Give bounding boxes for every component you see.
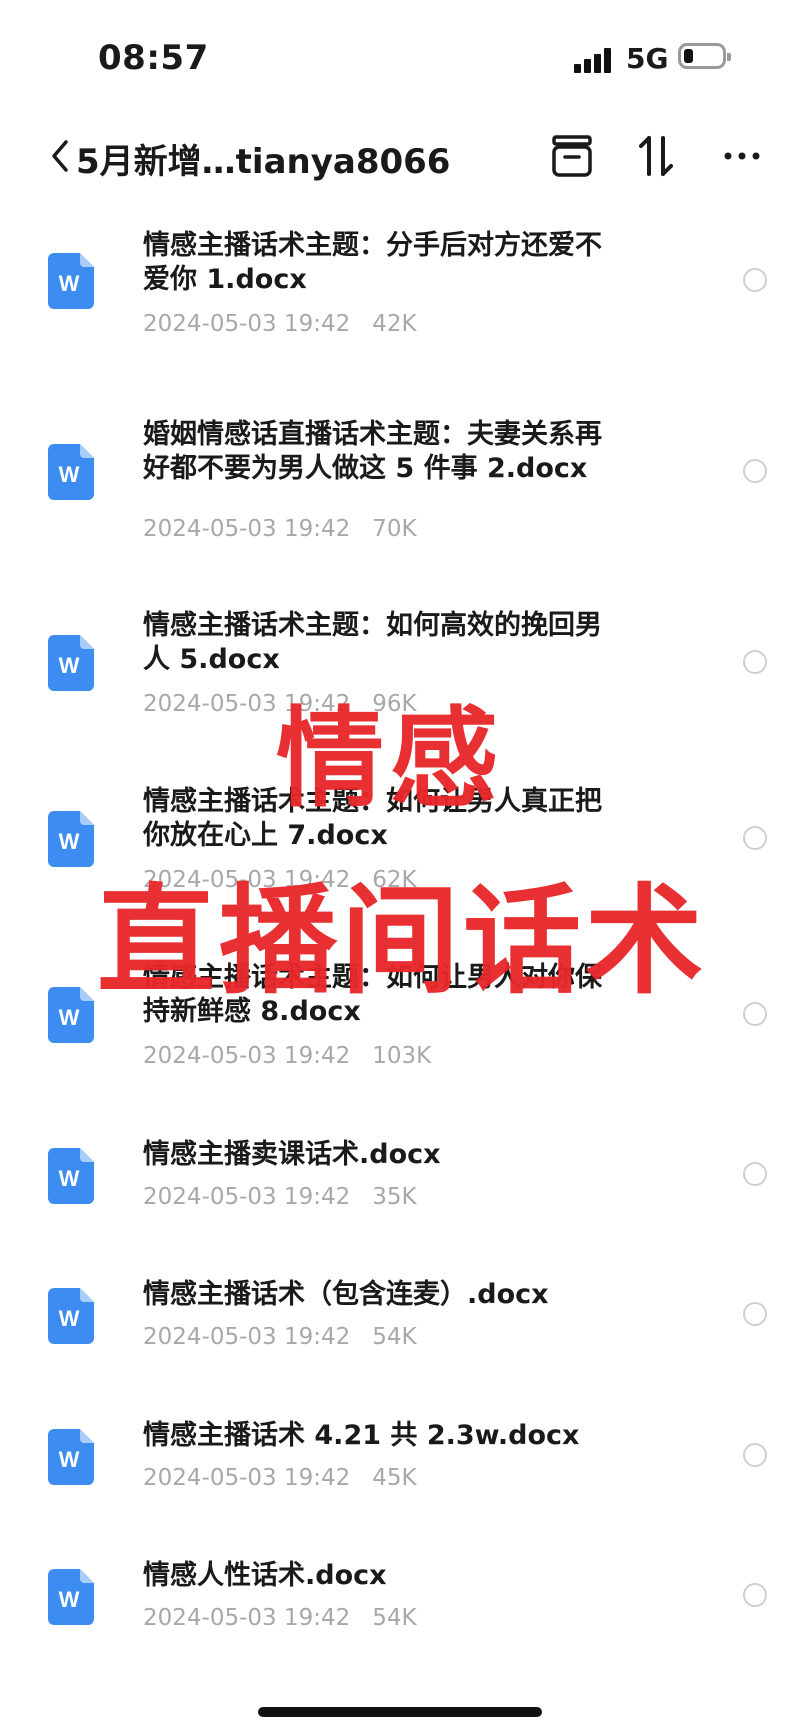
svg-text:W: W — [59, 1306, 80, 1331]
chevron-left-icon[interactable] — [46, 134, 76, 178]
word-doc-icon: W — [48, 1429, 94, 1485]
file-name: 情感主播话术主题：如何高效的挽回男人 5.docx — [143, 610, 602, 675]
select-checkbox[interactable] — [743, 1162, 767, 1186]
file-date: 2024-05-03 19:42 — [143, 1184, 351, 1210]
signal-icon — [574, 47, 614, 73]
file-name: 情感主播话术 4.21 共 2.3w.docx — [143, 1420, 580, 1451]
file-date: 2024-05-03 19:42 — [143, 516, 351, 542]
select-checkbox[interactable] — [743, 1443, 767, 1467]
nav-bar: 5月新增…tianya8066 — [0, 120, 800, 220]
list-item[interactable]: W 情感人性话术.docx 2024-05-03 19:42 54K — [0, 1559, 800, 1709]
file-name: 情感人性话术.docx — [143, 1560, 387, 1591]
word-doc-icon: W — [48, 444, 94, 500]
file-size: 54K — [372, 1605, 417, 1631]
svg-text:W: W — [59, 1447, 80, 1472]
file-date: 2024-05-03 19:42 — [143, 1465, 351, 1491]
overlay-caption-line2: 直播间话术 — [96, 872, 707, 1010]
file-date: 2024-05-03 19:42 — [143, 1043, 351, 1069]
file-size: 103K — [372, 1043, 432, 1069]
select-checkbox[interactable] — [743, 459, 767, 483]
file-size: 54K — [372, 1324, 417, 1350]
file-name: 情感主播话术（包含连麦）.docx — [143, 1279, 549, 1310]
file-name: 情感主播话术主题：分手后对方还爱不 爱你 1.docx — [143, 230, 602, 295]
sort-icon[interactable] — [630, 130, 682, 182]
file-meta: 2024-05-03 19:42 54K — [143, 1605, 417, 1631]
file-meta: 2024-05-03 19:42 54K — [143, 1324, 417, 1350]
archive-icon[interactable] — [546, 130, 598, 182]
status-time: 08:57 — [98, 38, 209, 78]
list-item[interactable]: W 情感主播卖课话术.docx 2024-05-03 19:42 35K — [0, 1138, 800, 1288]
page-title: 5月新增…tianya8066 — [76, 142, 451, 182]
file-size: 70K — [372, 516, 417, 542]
file-meta: 2024-05-03 19:42 42K — [143, 311, 417, 337]
file-date: 2024-05-03 19:42 — [143, 1605, 351, 1631]
list-item[interactable]: W 情感主播话术主题：分手后对方还爱不 爱你 1.docx 2024-05-03 … — [0, 225, 800, 375]
list-item[interactable]: W 情感主播话术（包含连麦）.docx 2024-05-03 19:42 54K — [0, 1278, 800, 1428]
file-size: 45K — [372, 1465, 417, 1491]
file-meta: 2024-05-03 19:42 103K — [143, 1043, 431, 1069]
file-name: 婚姻情感话直播话术主题：夫妻关系再 好都不要为男人做这 5 件事 2.docx — [143, 419, 602, 484]
word-doc-icon: W — [48, 1148, 94, 1204]
file-size: 35K — [372, 1184, 417, 1210]
word-doc-icon: W — [48, 1288, 94, 1344]
file-size: 42K — [372, 311, 417, 337]
file-meta: 2024-05-03 19:42 45K — [143, 1465, 417, 1491]
svg-text:W: W — [59, 462, 80, 487]
select-checkbox[interactable] — [743, 268, 767, 292]
more-icon[interactable] — [716, 130, 768, 182]
svg-text:W: W — [59, 1587, 80, 1612]
svg-text:W: W — [59, 1166, 80, 1191]
file-meta: 2024-05-03 19:42 70K — [143, 516, 417, 542]
svg-text:W: W — [59, 271, 80, 296]
file-date: 2024-05-03 19:42 — [143, 311, 351, 337]
word-doc-icon: W — [48, 1569, 94, 1625]
select-checkbox[interactable] — [743, 650, 767, 674]
list-item[interactable]: W 情感主播话术 4.21 共 2.3w.docx 2024-05-03 19:… — [0, 1419, 800, 1569]
network-type: 5G — [626, 42, 669, 75]
word-doc-icon: W — [48, 253, 94, 309]
select-checkbox[interactable] — [743, 1583, 767, 1607]
file-name: 情感主播卖课话术.docx — [143, 1139, 441, 1170]
file-date: 2024-05-03 19:42 — [143, 1324, 351, 1350]
home-indicator[interactable] — [258, 1707, 542, 1717]
list-item[interactable]: W 婚姻情感话直播话术主题：夫妻关系再 好都不要为男人做这 5 件事 2.docx… — [0, 416, 800, 566]
select-checkbox[interactable] — [743, 1302, 767, 1326]
battery-icon — [678, 43, 731, 69]
status-bar: 08:57 5G — [0, 0, 800, 120]
overlay-caption-line1: 情感 — [275, 697, 504, 822]
file-meta: 2024-05-03 19:42 35K — [143, 1184, 417, 1210]
